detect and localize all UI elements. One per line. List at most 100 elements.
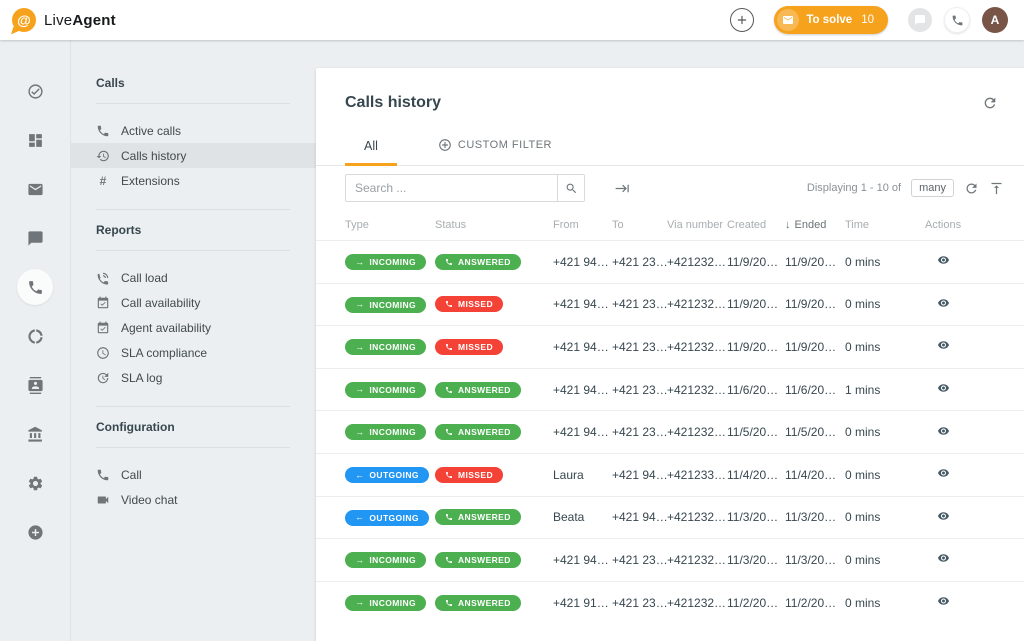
table-row[interactable]: →INCOMING ANSWERED +421 94… +421 23… +42… bbox=[316, 240, 1024, 283]
sidebar-item-video-chat[interactable]: Video chat bbox=[71, 487, 316, 512]
status-badge: ANSWERED bbox=[435, 595, 521, 611]
nav-check-circle-button[interactable] bbox=[17, 73, 53, 109]
sidebar-item-extensions[interactable]: # Extensions bbox=[71, 168, 316, 193]
table-toolbar: Displaying 1 - 10 of many bbox=[316, 166, 1024, 210]
phone-icon bbox=[445, 386, 453, 394]
video-camera-icon bbox=[96, 493, 110, 507]
col-to[interactable]: To bbox=[612, 219, 667, 231]
direction-arrow-icon: → bbox=[355, 258, 364, 267]
search-input[interactable] bbox=[346, 175, 557, 201]
view-call-button[interactable] bbox=[925, 382, 952, 394]
nav-billing-button[interactable] bbox=[17, 416, 53, 452]
sidebar-item-sla-compliance[interactable]: SLA compliance bbox=[71, 340, 316, 365]
check-circle-icon bbox=[27, 83, 44, 100]
nav-contacts-button[interactable] bbox=[17, 367, 53, 403]
cell-to: +421 23… bbox=[612, 255, 667, 269]
cell-created: 11/5/20… bbox=[727, 425, 785, 439]
cell-time: 1 mins bbox=[845, 383, 925, 397]
view-call-button[interactable] bbox=[925, 254, 952, 266]
eye-icon bbox=[935, 552, 952, 564]
user-avatar[interactable]: A bbox=[982, 7, 1008, 33]
phone-status-button[interactable] bbox=[944, 7, 970, 33]
clock-log-icon bbox=[96, 371, 110, 385]
table-row[interactable]: →INCOMING MISSED +421 94… +421 23… +4212… bbox=[316, 283, 1024, 326]
envelope-icon bbox=[777, 9, 799, 31]
col-ended[interactable]: ↓Ended bbox=[785, 219, 845, 231]
tab-forward-icon bbox=[615, 181, 630, 196]
search-button[interactable] bbox=[557, 175, 584, 201]
nav-dashboard-button[interactable] bbox=[17, 122, 53, 158]
type-badge: →INCOMING bbox=[345, 297, 426, 313]
nav-reports-button[interactable] bbox=[17, 318, 53, 354]
table-row[interactable]: →INCOMING ANSWERED +421 94… +421 23… +42… bbox=[316, 410, 1024, 453]
sidebar-item-call-load[interactable]: Call load bbox=[71, 265, 316, 290]
table-row[interactable]: →INCOMING MISSED +421 94… +421 23… +4212… bbox=[316, 325, 1024, 368]
phone-icon bbox=[951, 14, 964, 27]
direction-arrow-icon: → bbox=[355, 556, 364, 565]
status-badge: ANSWERED bbox=[435, 382, 521, 398]
direction-arrow-icon: → bbox=[355, 300, 364, 309]
sidebar-item-label: Calls history bbox=[121, 149, 186, 163]
nav-mail-button[interactable] bbox=[17, 171, 53, 207]
view-call-button[interactable] bbox=[925, 595, 952, 607]
type-badge: ←OUTGOING bbox=[345, 467, 429, 483]
status-label: MISSED bbox=[458, 299, 493, 309]
view-call-button[interactable] bbox=[925, 467, 952, 479]
sidebar-item-call-availability[interactable]: Call availability bbox=[71, 290, 316, 315]
cell-ended: 11/9/20… bbox=[785, 297, 845, 311]
main-content: Calls history All CUSTOM FILTER bbox=[316, 40, 1024, 641]
nav-add-button[interactable] bbox=[17, 514, 53, 550]
view-call-button[interactable] bbox=[925, 297, 952, 309]
icon-rail bbox=[0, 40, 71, 641]
table-row[interactable]: →INCOMING ANSWERED +421 94… +421 23… +42… bbox=[316, 368, 1024, 411]
status-badge: ANSWERED bbox=[435, 509, 521, 525]
type-label: INCOMING bbox=[369, 342, 416, 352]
sidebar-item-calls-history[interactable]: Calls history bbox=[71, 143, 316, 168]
refresh-page-button[interactable] bbox=[982, 95, 998, 111]
col-type[interactable]: Type bbox=[345, 219, 435, 231]
to-solve-button[interactable]: To solve 10 bbox=[774, 6, 888, 34]
sidebar-item-call-config[interactable]: Call bbox=[71, 462, 316, 487]
table-row[interactable]: →INCOMING ANSWERED +421 94… +421 23… +42… bbox=[316, 538, 1024, 581]
col-created[interactable]: Created bbox=[727, 219, 785, 231]
col-via-number[interactable]: Via number bbox=[667, 219, 727, 231]
cell-to: +421 23… bbox=[612, 425, 667, 439]
sidebar-item-active-calls[interactable]: Active calls bbox=[71, 118, 316, 143]
sidebar-item-agent-availability[interactable]: Agent availability bbox=[71, 315, 316, 340]
tab-custom-filter[interactable]: CUSTOM FILTER bbox=[419, 138, 571, 165]
scroll-top-button[interactable] bbox=[989, 181, 1004, 196]
phone-icon bbox=[445, 556, 453, 564]
col-status[interactable]: Status bbox=[435, 219, 553, 231]
table-row[interactable]: ←OUTGOING ANSWERED Beata +421 94… +42123… bbox=[316, 496, 1024, 539]
phone-icon bbox=[445, 599, 453, 607]
search-icon bbox=[565, 182, 578, 195]
cell-via-number: +421232… bbox=[667, 425, 727, 439]
view-call-button[interactable] bbox=[925, 510, 952, 522]
table-row[interactable]: ←OUTGOING MISSED Laura +421 94… +421233…… bbox=[316, 453, 1024, 496]
phone-icon bbox=[445, 258, 453, 266]
view-call-button[interactable] bbox=[925, 552, 952, 564]
chat-status-button[interactable] bbox=[908, 8, 932, 32]
table-row[interactable]: →INCOMING ANSWERED +421 91… +421 23… +42… bbox=[316, 581, 1024, 624]
sidebar-item-label: Extensions bbox=[121, 174, 180, 188]
sidebar-item-label: Video chat bbox=[121, 493, 178, 507]
cell-ended: 11/3/20… bbox=[785, 510, 845, 524]
forward-button[interactable] bbox=[615, 181, 630, 196]
dashboard-icon bbox=[27, 132, 44, 149]
add-button[interactable] bbox=[730, 8, 754, 32]
sidebar-item-sla-log[interactable]: SLA log bbox=[71, 365, 316, 390]
nav-settings-button[interactable] bbox=[17, 465, 53, 501]
cell-to: +421 23… bbox=[612, 340, 667, 354]
col-time[interactable]: Time bbox=[845, 219, 925, 231]
cell-created: 11/3/20… bbox=[727, 553, 785, 567]
view-call-button[interactable] bbox=[925, 339, 952, 351]
nav-chat-button[interactable] bbox=[17, 220, 53, 256]
nav-calls-button[interactable] bbox=[17, 269, 53, 305]
col-from[interactable]: From bbox=[553, 219, 612, 231]
refresh-list-button[interactable] bbox=[964, 181, 979, 196]
to-solve-label: To solve bbox=[806, 14, 852, 26]
tab-all[interactable]: All bbox=[345, 139, 397, 165]
logo-bubble-icon: @ bbox=[12, 8, 37, 33]
liveagent-logo[interactable]: @ LiveAgent bbox=[12, 8, 116, 33]
view-call-button[interactable] bbox=[925, 425, 952, 437]
